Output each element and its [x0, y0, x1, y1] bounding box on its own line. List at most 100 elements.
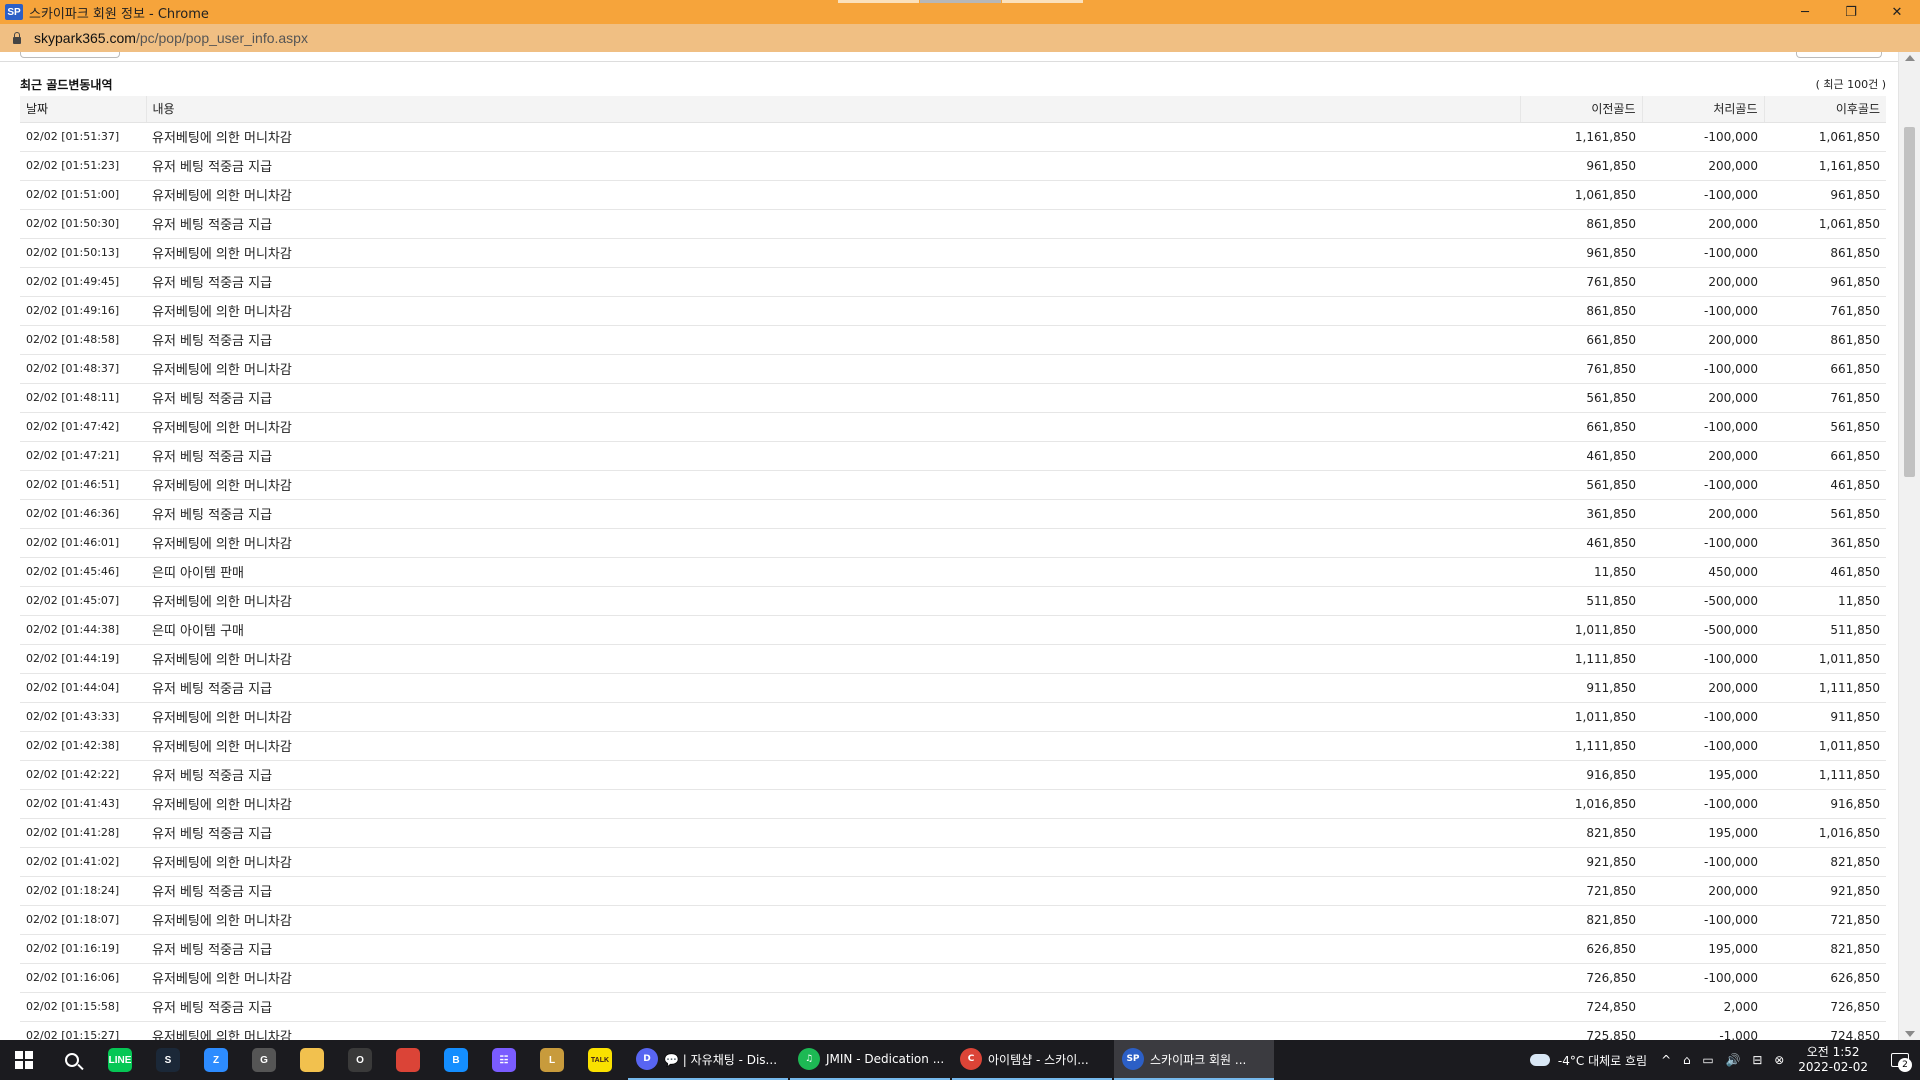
folder-button[interactable]	[288, 1040, 336, 1080]
overwatch-button[interactable]: O	[336, 1040, 384, 1080]
table-row: 02/02 [01:41:28] 유저 베팅 적중금 지급 821,850 195,0…	[20, 818, 1886, 848]
tab-hint-active[interactable]	[920, 0, 1002, 3]
game-icon: G	[252, 1048, 276, 1072]
table-row: 02/02 [01:50:13] 유저베팅에 의한 머니차감 961,850 -100…	[20, 238, 1886, 268]
cell-previous-gold: 461,850	[1520, 528, 1642, 558]
table-row: 02/02 [01:47:42] 유저베팅에 의한 머니차감 661,850 -100…	[20, 412, 1886, 442]
line-icon: LINE	[108, 1048, 132, 1072]
cell-description: 유저 베팅 적중금 지급	[146, 325, 1520, 355]
overwatch-icon: O	[348, 1048, 372, 1072]
system-icons[interactable]: ^ ⌂ ▭ 🔊 ⊟ ⊗	[1661, 1053, 1788, 1067]
cell-date: 02/02 [01:45:07]	[20, 586, 146, 616]
cell-description: 은띠 아이템 구매	[146, 615, 1520, 645]
cell-description: 유저베팅에 의한 머니차감	[146, 180, 1520, 210]
section-header: 최근 골드변동내역 ( 최근 100건 )	[20, 74, 1886, 94]
top-right-button[interactable]	[1796, 52, 1882, 58]
cell-processed-gold: 200,000	[1642, 673, 1764, 703]
scroll-down-icon[interactable]	[1905, 1031, 1915, 1037]
cell-date: 02/02 [01:15:27]	[20, 1021, 146, 1040]
cell-processed-gold: -500,000	[1642, 615, 1764, 645]
maximize-button[interactable]: ❐	[1828, 0, 1874, 24]
cell-description: 유저 베팅 적중금 지급	[146, 151, 1520, 181]
launcher-button[interactable]: ☷	[480, 1040, 528, 1080]
cell-previous-gold: 1,161,850	[1520, 122, 1642, 152]
table-row: 02/02 [01:16:19] 유저 베팅 적중금 지급 626,850 195,0…	[20, 934, 1886, 964]
notification-badge: 2	[1898, 1058, 1912, 1072]
cell-description: 유저 베팅 적중금 지급	[146, 876, 1520, 906]
cell-previous-gold: 961,850	[1520, 151, 1642, 181]
cell-processed-gold: -100,000	[1642, 963, 1764, 993]
cell-description: 유저베팅에 의한 머니차감	[146, 238, 1520, 268]
cell-processed-gold: 200,000	[1642, 499, 1764, 529]
game-button[interactable]: G	[240, 1040, 288, 1080]
window-titlebar[interactable]: SP 스카이파크 회원 정보 - Chrome ─ ❐ ✕	[0, 0, 1920, 24]
cell-after-gold: 721,850	[1764, 905, 1886, 935]
weather-widget[interactable]: -4°C 대체로 흐림	[1526, 1048, 1647, 1069]
cell-date: 02/02 [01:49:45]	[20, 267, 146, 297]
kakaotalk-button[interactable]: TALK	[576, 1040, 624, 1080]
cell-date: 02/02 [01:44:19]	[20, 644, 146, 674]
cell-description: 유저베팅에 의한 머니차감	[146, 470, 1520, 500]
cell-processed-gold: 200,000	[1642, 383, 1764, 413]
league-button[interactable]: L	[528, 1040, 576, 1080]
taskbar-app-discord[interactable]: D 💬 | 자유채팅 - Dis...	[628, 1040, 788, 1080]
scroll-thumb[interactable]	[1904, 127, 1915, 477]
tab-hint[interactable]	[838, 0, 920, 3]
folder-icon	[300, 1048, 324, 1072]
table-row: 02/02 [01:42:22] 유저 베팅 적중금 지급 916,850 195,0…	[20, 760, 1886, 790]
start-button[interactable]	[0, 1040, 48, 1080]
cell-after-gold: 661,850	[1764, 354, 1886, 384]
system-tray: -4°C 대체로 흐림 ^ ⌂ ▭ 🔊 ⊟ ⊗ 오전 1:52 2022-02-…	[1526, 1040, 1920, 1080]
cell-date: 02/02 [01:41:43]	[20, 789, 146, 819]
cell-previous-gold: 361,850	[1520, 499, 1642, 529]
notification-button[interactable]: 2	[1880, 1040, 1920, 1080]
taskbar-app-label: 스카이파크 회원 ...	[1150, 1052, 1247, 1067]
table-row: 02/02 [01:42:38] 유저베팅에 의한 머니차감 1,111,850 -1…	[20, 731, 1886, 761]
cell-previous-gold: 461,850	[1520, 441, 1642, 471]
cell-processed-gold: -100,000	[1642, 644, 1764, 674]
steam-button[interactable]: S	[144, 1040, 192, 1080]
taskbar-app-skypark[interactable]: SP 스카이파크 회원 ...	[1114, 1040, 1274, 1080]
cell-processed-gold: 2,000	[1642, 992, 1764, 1022]
cell-description: 유저 베팅 적중금 지급	[146, 818, 1520, 848]
clock-time: 오전 1:52	[1806, 1045, 1860, 1059]
cell-after-gold: 461,850	[1764, 557, 1886, 587]
address-bar[interactable]: skypark365.com/pc/pop/pop_user_info.aspx	[0, 24, 1920, 52]
tab-hint[interactable]	[1002, 0, 1084, 3]
section-count: ( 최근 100건 )	[1815, 78, 1886, 91]
cell-processed-gold: -100,000	[1642, 354, 1764, 384]
cell-previous-gold: 561,850	[1520, 383, 1642, 413]
zoom-button[interactable]: Z	[192, 1040, 240, 1080]
minimize-button[interactable]: ─	[1782, 0, 1828, 24]
cell-processed-gold: -100,000	[1642, 180, 1764, 210]
cell-after-gold: 726,850	[1764, 992, 1886, 1022]
line-button[interactable]: LINE	[96, 1040, 144, 1080]
cell-description: 유저베팅에 의한 머니차감	[146, 586, 1520, 616]
chrome-button[interactable]	[384, 1040, 432, 1080]
top-left-button[interactable]	[20, 52, 120, 58]
cell-previous-gold: 861,850	[1520, 209, 1642, 239]
cell-previous-gold: 11,850	[1520, 557, 1642, 587]
cell-previous-gold: 661,850	[1520, 325, 1642, 355]
vertical-scrollbar[interactable]	[1898, 52, 1920, 1040]
taskbar-app-spotify[interactable]: ♫ JMIN - Dedication ...	[790, 1040, 950, 1080]
cell-processed-gold: 200,000	[1642, 325, 1764, 355]
cell-after-gold: 821,850	[1764, 847, 1886, 877]
cell-description: 유저 베팅 적중금 지급	[146, 267, 1520, 297]
scroll-up-icon[interactable]	[1905, 55, 1915, 61]
search-button[interactable]	[48, 1040, 96, 1080]
cell-date: 02/02 [01:50:13]	[20, 238, 146, 268]
taskbar-app-chrome-shop[interactable]: C 아이템샵 - 스카이...	[952, 1040, 1112, 1080]
cell-after-gold: 361,850	[1764, 528, 1886, 558]
lock-icon[interactable]	[12, 32, 22, 44]
cell-previous-gold: 661,850	[1520, 412, 1642, 442]
cell-date: 02/02 [01:48:11]	[20, 383, 146, 413]
section-title: 최근 골드변동내역	[20, 77, 113, 92]
battlenet-button[interactable]: B	[432, 1040, 480, 1080]
url-text[interactable]: skypark365.com/pc/pop/pop_user_info.aspx	[34, 30, 308, 46]
table-row: 02/02 [01:45:46] 은띠 아이템 판매 11,850 450,000 46…	[20, 557, 1886, 587]
clock[interactable]: 오전 1:52 2022-02-02	[1798, 1045, 1868, 1075]
close-button[interactable]: ✕	[1874, 0, 1920, 24]
chrome-shop-icon: C	[960, 1048, 982, 1070]
cell-after-gold: 1,111,850	[1764, 673, 1886, 703]
